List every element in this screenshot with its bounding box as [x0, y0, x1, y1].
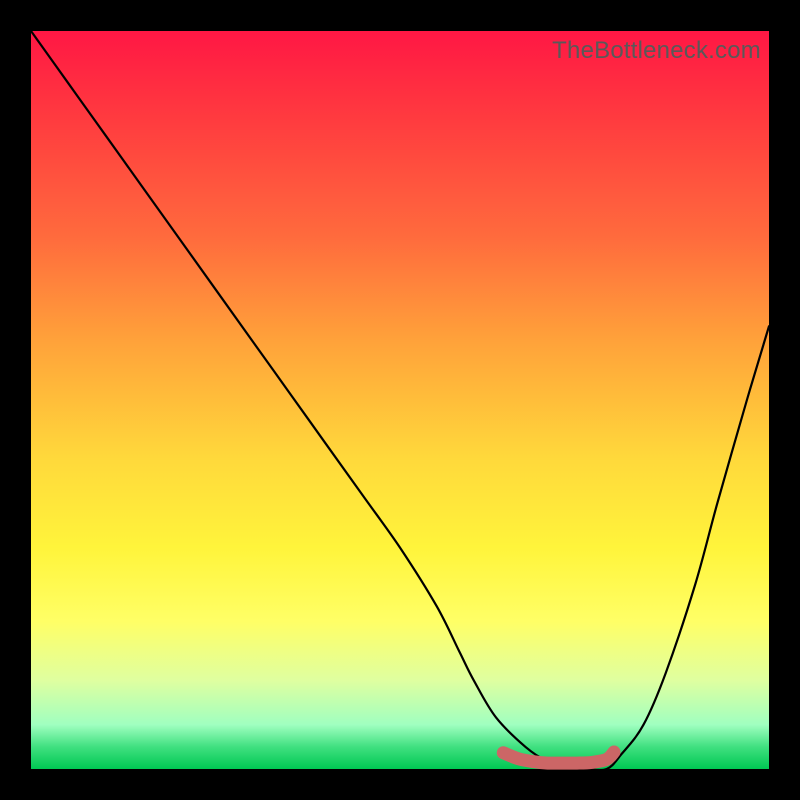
plot-area: TheBottleneck.com [31, 31, 769, 769]
optimal-range-marker [503, 752, 614, 763]
bottleneck-curve [31, 31, 769, 770]
chart-svg [31, 31, 769, 769]
chart-frame: TheBottleneck.com [0, 0, 800, 800]
